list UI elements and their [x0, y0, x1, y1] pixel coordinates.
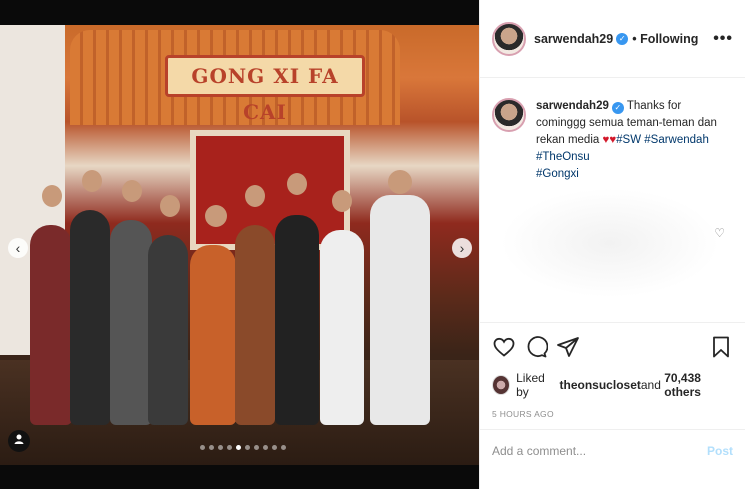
liker-avatar[interactable] — [492, 375, 511, 395]
hashtag-gongxi[interactable]: #Gongxi — [536, 168, 579, 180]
carousel-dot — [227, 445, 232, 450]
post-timestamp[interactable]: 5 HOURS AGO — [480, 405, 745, 430]
comment-input[interactable] — [492, 444, 707, 458]
comment-icon[interactable] — [524, 335, 548, 359]
following-button[interactable]: • Following — [632, 32, 698, 46]
carousel-prev-button[interactable]: ‹ — [8, 238, 28, 258]
liked-user[interactable]: theonsucloset — [560, 378, 641, 392]
carousel-dot — [236, 445, 241, 450]
comment-box: Post — [480, 430, 745, 472]
share-icon[interactable] — [556, 335, 580, 359]
post-comment-button[interactable]: Post — [707, 444, 733, 458]
carousel-dot — [200, 445, 205, 450]
carousel-dot — [245, 445, 250, 450]
caption-username[interactable]: sarwendah29 — [536, 100, 609, 112]
instagram-post-modal: GONG XI FA CAI ‹ › sarwendah29 ✓ • Follo… — [0, 0, 745, 489]
carousel-indicator — [200, 445, 286, 450]
blurred-comments-area — [500, 188, 720, 298]
verified-badge-icon: ✓ — [616, 32, 629, 45]
hashtag-sw[interactable]: #SW — [616, 134, 641, 146]
action-bar — [480, 323, 745, 365]
post-side-panel: sarwendah29 ✓ • Following ••• sarwendah2… — [479, 0, 745, 489]
carousel-dot — [218, 445, 223, 450]
carousel-dot — [254, 445, 259, 450]
photo-group-of-people — [30, 165, 450, 425]
liked-count[interactable]: 70,438 others — [664, 371, 733, 399]
photo-sign: GONG XI FA CAI — [165, 55, 365, 124]
carousel-dot — [272, 445, 277, 450]
post-caption: sarwendah29 ✓ Thanks for cominggg semua t… — [480, 78, 745, 323]
caption-hearts: ♥♥ — [602, 134, 617, 146]
liked-prefix: Liked by — [516, 371, 545, 399]
likes-summary: Liked by theonsucloset and 70,438 others — [480, 365, 745, 405]
bookmark-icon[interactable] — [709, 335, 733, 359]
caption-verified-badge-icon: ✓ — [611, 102, 624, 114]
carousel-next-button[interactable]: › — [452, 238, 472, 258]
hashtag-sarwendah[interactable]: #Sarwendah — [644, 134, 709, 146]
carousel-dot — [209, 445, 214, 450]
post-header: sarwendah29 ✓ • Following ••• — [480, 0, 745, 78]
like-heart-icon[interactable] — [492, 335, 516, 359]
liked-mid: and — [640, 378, 661, 392]
more-options-icon[interactable]: ••• — [713, 30, 733, 48]
carousel-dot — [263, 445, 268, 450]
header-username[interactable]: sarwendah29 — [534, 32, 613, 46]
caption-like-heart-icon[interactable]: ♡ — [714, 226, 725, 240]
caption-avatar[interactable] — [492, 98, 526, 132]
carousel-dot — [281, 445, 286, 450]
hashtag-theonsu[interactable]: #TheOnsu — [536, 151, 590, 163]
post-photo[interactable]: GONG XI FA CAI ‹ › — [0, 0, 479, 489]
tagged-users-icon[interactable] — [8, 430, 30, 452]
avatar[interactable] — [492, 21, 526, 56]
